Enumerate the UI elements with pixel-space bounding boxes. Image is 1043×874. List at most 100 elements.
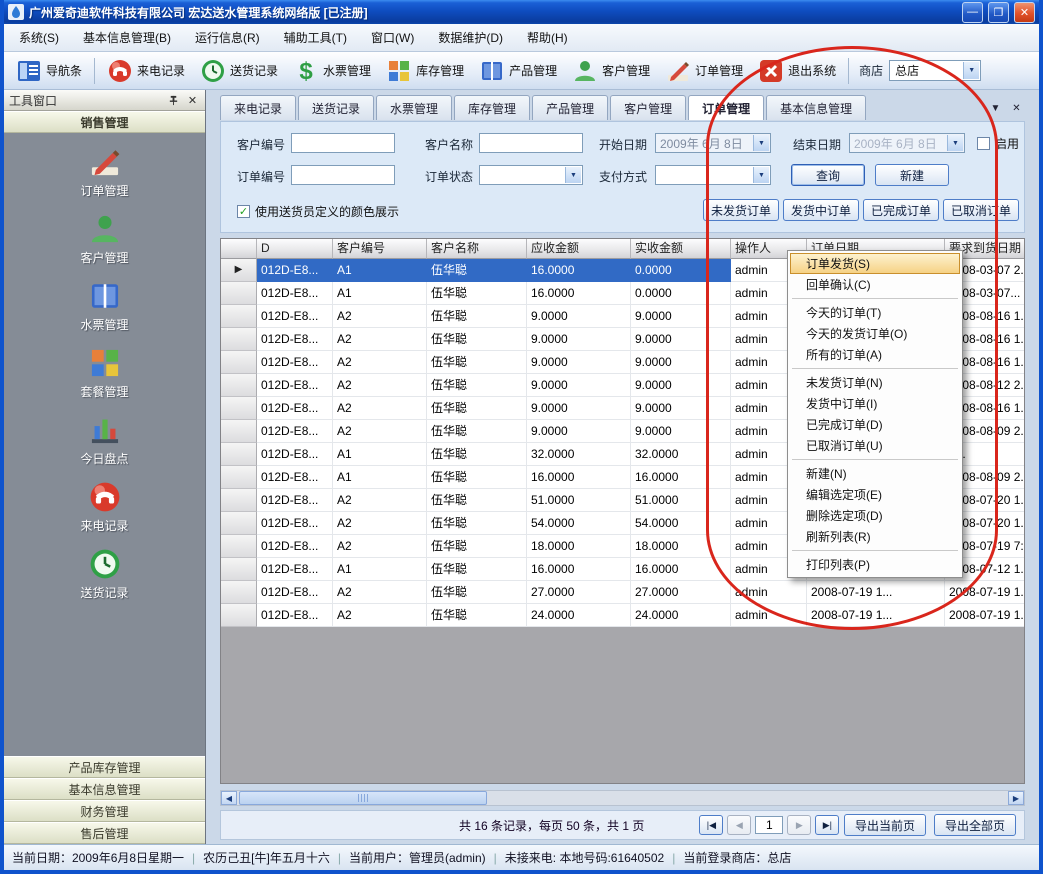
scroll-left-icon[interactable]: ◀ xyxy=(221,791,237,805)
close-button[interactable]: ✕ xyxy=(1014,2,1035,23)
grid-column-header-2[interactable]: 客户编号 xyxy=(333,239,427,259)
minimize-button[interactable]: — xyxy=(962,2,983,23)
scroll-right-icon[interactable]: ▶ xyxy=(1008,791,1024,805)
sidebar-item-4[interactable]: 套餐管理 xyxy=(4,346,205,400)
context-menu-item-6[interactable]: 所有的订单(A) xyxy=(790,344,960,365)
grid-column-header-5[interactable]: 实收金额 xyxy=(631,239,731,259)
new-button[interactable]: 新建 xyxy=(875,164,949,186)
tab-1[interactable]: 来电记录 xyxy=(220,95,296,120)
customer-no-input[interactable] xyxy=(291,133,395,153)
menu-item-2[interactable]: 基本信息管理(B) xyxy=(72,25,182,50)
order-no-input[interactable] xyxy=(291,165,395,185)
sidebar-group-3[interactable]: 财务管理 xyxy=(4,800,205,822)
tab-5[interactable]: 产品管理 xyxy=(532,95,608,120)
sidebar-section-header[interactable]: 销售管理 xyxy=(4,111,205,133)
chevron-down-icon[interactable]: ▼ xyxy=(753,135,769,151)
context-menu-item-8[interactable]: 未发货订单(N) xyxy=(790,372,960,393)
sidebar-item-6[interactable]: 来电记录 xyxy=(4,480,205,534)
table-row[interactable]: 012D-E8...A2伍华聪24.000024.0000admin2008-0… xyxy=(221,604,1024,627)
status-filter-button-3[interactable]: 已完成订单 xyxy=(863,199,939,221)
toolbar-separator xyxy=(94,58,95,84)
context-menu-item-1[interactable]: 订单发货(S) xyxy=(790,253,960,274)
export-all-pages-button[interactable]: 导出全部页 xyxy=(934,814,1016,836)
context-menu-item-5[interactable]: 今天的发货订单(O) xyxy=(790,323,960,344)
sidebar-group-1[interactable]: 产品库存管理 xyxy=(4,756,205,778)
toolbar-button-5[interactable]: 库存管理 xyxy=(380,55,470,87)
customer-name-input[interactable] xyxy=(479,133,583,153)
context-menu-item-18[interactable]: 打印列表(P) xyxy=(790,554,960,575)
tab-list-chevron-icon[interactable]: ▼ xyxy=(987,100,1004,116)
context-menu-item-9[interactable]: 发货中订单(I) xyxy=(790,393,960,414)
query-button[interactable]: 查询 xyxy=(791,164,865,186)
sidebar-group-2[interactable]: 基本信息管理 xyxy=(4,778,205,800)
order-status-select[interactable]: ▼ xyxy=(479,165,583,185)
chevron-down-icon[interactable]: ▼ xyxy=(963,62,979,79)
end-date-picker[interactable]: 2009年 6月 8日 ▼ xyxy=(849,133,965,153)
scrollbar-thumb[interactable] xyxy=(239,791,487,805)
chevron-down-icon[interactable]: ▼ xyxy=(947,135,963,151)
sidebar-group-4[interactable]: 售后管理 xyxy=(4,822,205,844)
menu-item-1[interactable]: 系统(S) xyxy=(8,25,70,50)
toolbar-button-9[interactable]: 退出系统 xyxy=(752,55,842,87)
grid-column-header-4[interactable]: 应收金额 xyxy=(527,239,631,259)
horizontal-scrollbar[interactable]: ◀ ▶ xyxy=(220,790,1025,806)
toolbar-button-7[interactable]: 客户管理 xyxy=(566,55,656,87)
context-menu-item-13[interactable]: 新建(N) xyxy=(790,463,960,484)
menu-item-5[interactable]: 窗口(W) xyxy=(360,25,425,50)
enable-date-checkbox[interactable]: 启用 xyxy=(977,135,1019,152)
tab-8[interactable]: 基本信息管理 xyxy=(766,95,866,120)
checkbox-unchecked-icon[interactable] xyxy=(977,137,990,150)
pay-method-select[interactable]: ▼ xyxy=(655,165,771,185)
menu-item-4[interactable]: 辅助工具(T) xyxy=(273,25,358,50)
checkbox-checked-icon[interactable]: ✓ xyxy=(237,205,250,218)
maximize-button[interactable]: ❐ xyxy=(988,2,1009,23)
sidebar-item-5[interactable]: 今日盘点 xyxy=(4,413,205,467)
person-icon xyxy=(572,58,598,84)
tab-close-icon[interactable]: ✕ xyxy=(1008,100,1025,116)
tab-4[interactable]: 库存管理 xyxy=(454,95,530,120)
close-icon[interactable]: ✕ xyxy=(185,93,200,108)
grid-column-header-1[interactable]: D xyxy=(257,239,333,259)
context-menu-item-2[interactable]: 回单确认(C) xyxy=(790,274,960,295)
scrollbar-track[interactable] xyxy=(237,791,1008,805)
sidebar-item-1[interactable]: 订单管理 xyxy=(4,145,205,199)
grid-column-header-3[interactable]: 客户名称 xyxy=(427,239,527,259)
toolbar-button-4[interactable]: $水票管理 xyxy=(287,55,377,87)
chevron-down-icon[interactable]: ▼ xyxy=(753,167,769,183)
menu-item-7[interactable]: 帮助(H) xyxy=(516,25,579,50)
toolbar-button-8[interactable]: 订单管理 xyxy=(659,55,749,87)
store-select[interactable]: 总店 ▼ xyxy=(889,60,981,81)
tab-6[interactable]: 客户管理 xyxy=(610,95,686,120)
context-menu-item-11[interactable]: 已取消订单(U) xyxy=(790,435,960,456)
status-filter-button-2[interactable]: 发货中订单 xyxy=(783,199,859,221)
tab-7[interactable]: 订单管理 xyxy=(688,95,764,120)
context-menu-item-14[interactable]: 编辑选定项(E) xyxy=(790,484,960,505)
pin-icon[interactable] xyxy=(166,93,181,108)
export-current-page-button[interactable]: 导出当前页 xyxy=(844,814,926,836)
context-menu-item-10[interactable]: 已完成订单(D) xyxy=(790,414,960,435)
status-filter-button-4[interactable]: 已取消订单 xyxy=(943,199,1019,221)
toolbar-button-3[interactable]: 送货记录 xyxy=(194,55,284,87)
sidebar-item-3[interactable]: 水票管理 xyxy=(4,279,205,333)
tab-2[interactable]: 送货记录 xyxy=(298,95,374,120)
start-date-picker[interactable]: 2009年 6月 8日 ▼ xyxy=(655,133,771,153)
sidebar-item-2[interactable]: 客户管理 xyxy=(4,212,205,266)
toolbar-button-6[interactable]: 产品管理 xyxy=(473,55,563,87)
status-filter-button-1[interactable]: 未发货订单 xyxy=(703,199,779,221)
last-page-button[interactable]: ▶| xyxy=(815,815,839,835)
tab-3[interactable]: 水票管理 xyxy=(376,95,452,120)
color-display-checkbox[interactable]: ✓ 使用送货员定义的颜色展示 xyxy=(237,203,399,220)
first-page-button[interactable]: |◀ xyxy=(699,815,723,835)
table-cell: 伍华聪 xyxy=(427,305,527,328)
context-menu-item-16[interactable]: 刷新列表(R) xyxy=(790,526,960,547)
page-number-input[interactable] xyxy=(755,816,783,834)
context-menu-item-4[interactable]: 今天的订单(T) xyxy=(790,302,960,323)
menu-item-3[interactable]: 运行信息(R) xyxy=(184,25,271,50)
menu-item-6[interactable]: 数据维护(D) xyxy=(427,25,514,50)
chevron-down-icon[interactable]: ▼ xyxy=(565,167,581,183)
toolbar-button-1[interactable]: 导航条 xyxy=(10,55,88,87)
table-row[interactable]: 012D-E8...A2伍华聪27.000027.0000admin2008-0… xyxy=(221,581,1024,604)
toolbar-button-2[interactable]: 来电记录 xyxy=(101,55,191,87)
context-menu-item-15[interactable]: 删除选定项(D) xyxy=(790,505,960,526)
sidebar-item-7[interactable]: 送货记录 xyxy=(4,547,205,601)
